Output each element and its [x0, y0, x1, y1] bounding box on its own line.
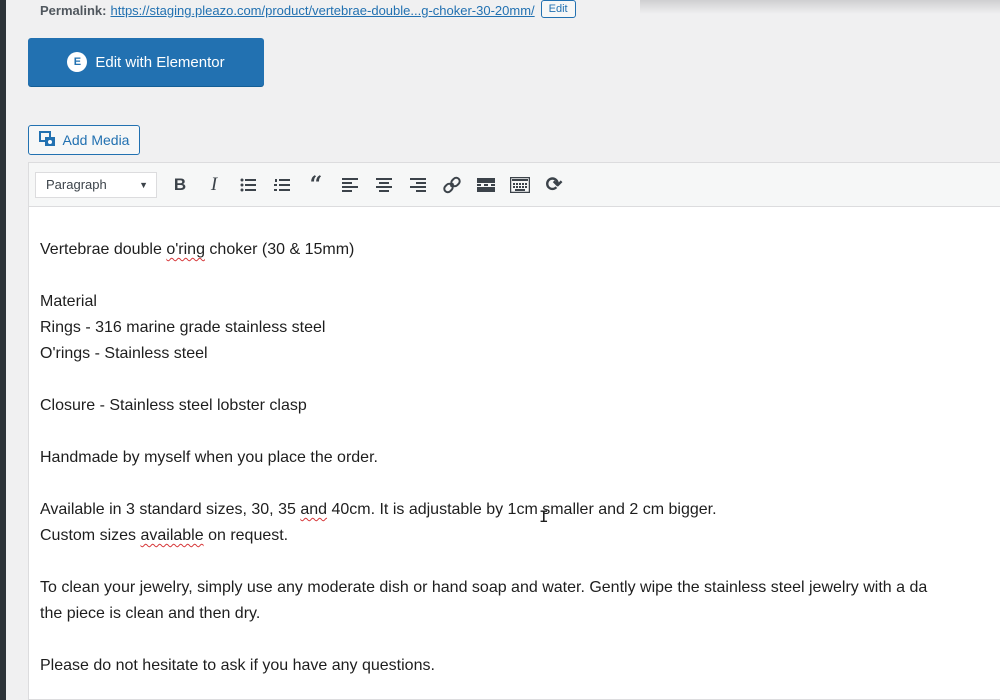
- top-shadow: [640, 0, 1000, 14]
- numbered-list-button[interactable]: [265, 170, 299, 200]
- link-button[interactable]: [435, 170, 469, 200]
- elementor-icon: E: [67, 52, 88, 72]
- numbered-list-icon: [274, 178, 290, 191]
- bold-icon: B: [173, 174, 187, 194]
- keyboard-icon: [510, 176, 530, 193]
- spellcheck-word: o'ring: [166, 241, 205, 258]
- text-cursor-icon: I: [539, 507, 549, 526]
- align-right-button[interactable]: [401, 170, 435, 200]
- content-line-custom: Custom sizes available on request.: [40, 527, 289, 544]
- align-center-icon: [376, 177, 392, 192]
- content-line-clean-2: the piece is clean and then dry.: [40, 605, 261, 622]
- spellcheck-word: and: [300, 501, 328, 518]
- content-line-ask: Please do not hesitate to ask if you hav…: [40, 657, 435, 674]
- content-line-orings: O'rings - Stainless steel: [40, 345, 208, 362]
- editor-toolbar: Paragraph ▼ B I “ ⟳: [29, 163, 1000, 207]
- align-left-button[interactable]: [333, 170, 367, 200]
- content-editor: Paragraph ▼ B I “ ⟳ Vertebrae double o'r…: [28, 162, 1000, 700]
- media-icon: [38, 130, 57, 150]
- chevron-down-icon: ▼: [139, 179, 148, 190]
- bullet-list-icon: [240, 178, 256, 191]
- blockquote-button[interactable]: “: [299, 170, 333, 200]
- blockquote-icon: “: [309, 171, 323, 198]
- align-left-icon: [342, 177, 358, 192]
- permalink-edit-button[interactable]: Edit: [540, 0, 576, 18]
- align-center-button[interactable]: [367, 170, 401, 200]
- spellcheck-word: available: [140, 527, 204, 544]
- editor-content[interactable]: Vertebrae double o'ring choker (30 & 15m…: [29, 207, 1000, 679]
- read-more-icon: [477, 177, 495, 192]
- content-line-closure: Closure - Stainless steel lobster clasp: [40, 397, 307, 414]
- edit-with-elementor-button[interactable]: E Edit with Elementor: [28, 38, 264, 86]
- add-media-label: Add Media: [62, 132, 130, 148]
- toolbar-toggle-button[interactable]: [503, 170, 537, 200]
- bold-button[interactable]: B: [163, 170, 197, 200]
- content-line-clean-1: To clean your jewelry, simply use any mo…: [40, 579, 928, 596]
- italic-icon: I: [210, 173, 218, 195]
- content-line-rings: Rings - 316 marine grade stainless steel: [40, 319, 326, 336]
- permalink-label: Permalink:: [40, 2, 107, 18]
- permalink-row: Permalink: https://staging.pleazo.com/pr…: [40, 0, 576, 20]
- format-select-value: Paragraph: [46, 177, 107, 192]
- content-line-title: Vertebrae double o'ring choker (30 & 15m…: [40, 241, 355, 258]
- refresh-button[interactable]: ⟳: [537, 170, 571, 200]
- format-select[interactable]: Paragraph ▼: [35, 171, 157, 198]
- align-right-icon: [410, 177, 426, 192]
- content-line-handmade: Handmade by myself when you place the or…: [40, 449, 378, 466]
- link-icon: [443, 176, 461, 193]
- refresh-icon: ⟳: [545, 174, 563, 196]
- admin-sidebar-edge: [0, 0, 6, 700]
- content-line-sizes: Available in 3 standard sizes, 30, 35 an…: [40, 501, 717, 518]
- content-line-material: Material: [40, 293, 97, 310]
- permalink-link[interactable]: https://staging.pleazo.com/product/verte…: [110, 3, 534, 18]
- italic-button[interactable]: I: [197, 170, 231, 200]
- read-more-button[interactable]: [469, 170, 503, 200]
- edit-with-elementor-label: Edit with Elementor: [95, 53, 225, 71]
- bullet-list-button[interactable]: [231, 170, 265, 200]
- add-media-button[interactable]: Add Media: [28, 125, 140, 155]
